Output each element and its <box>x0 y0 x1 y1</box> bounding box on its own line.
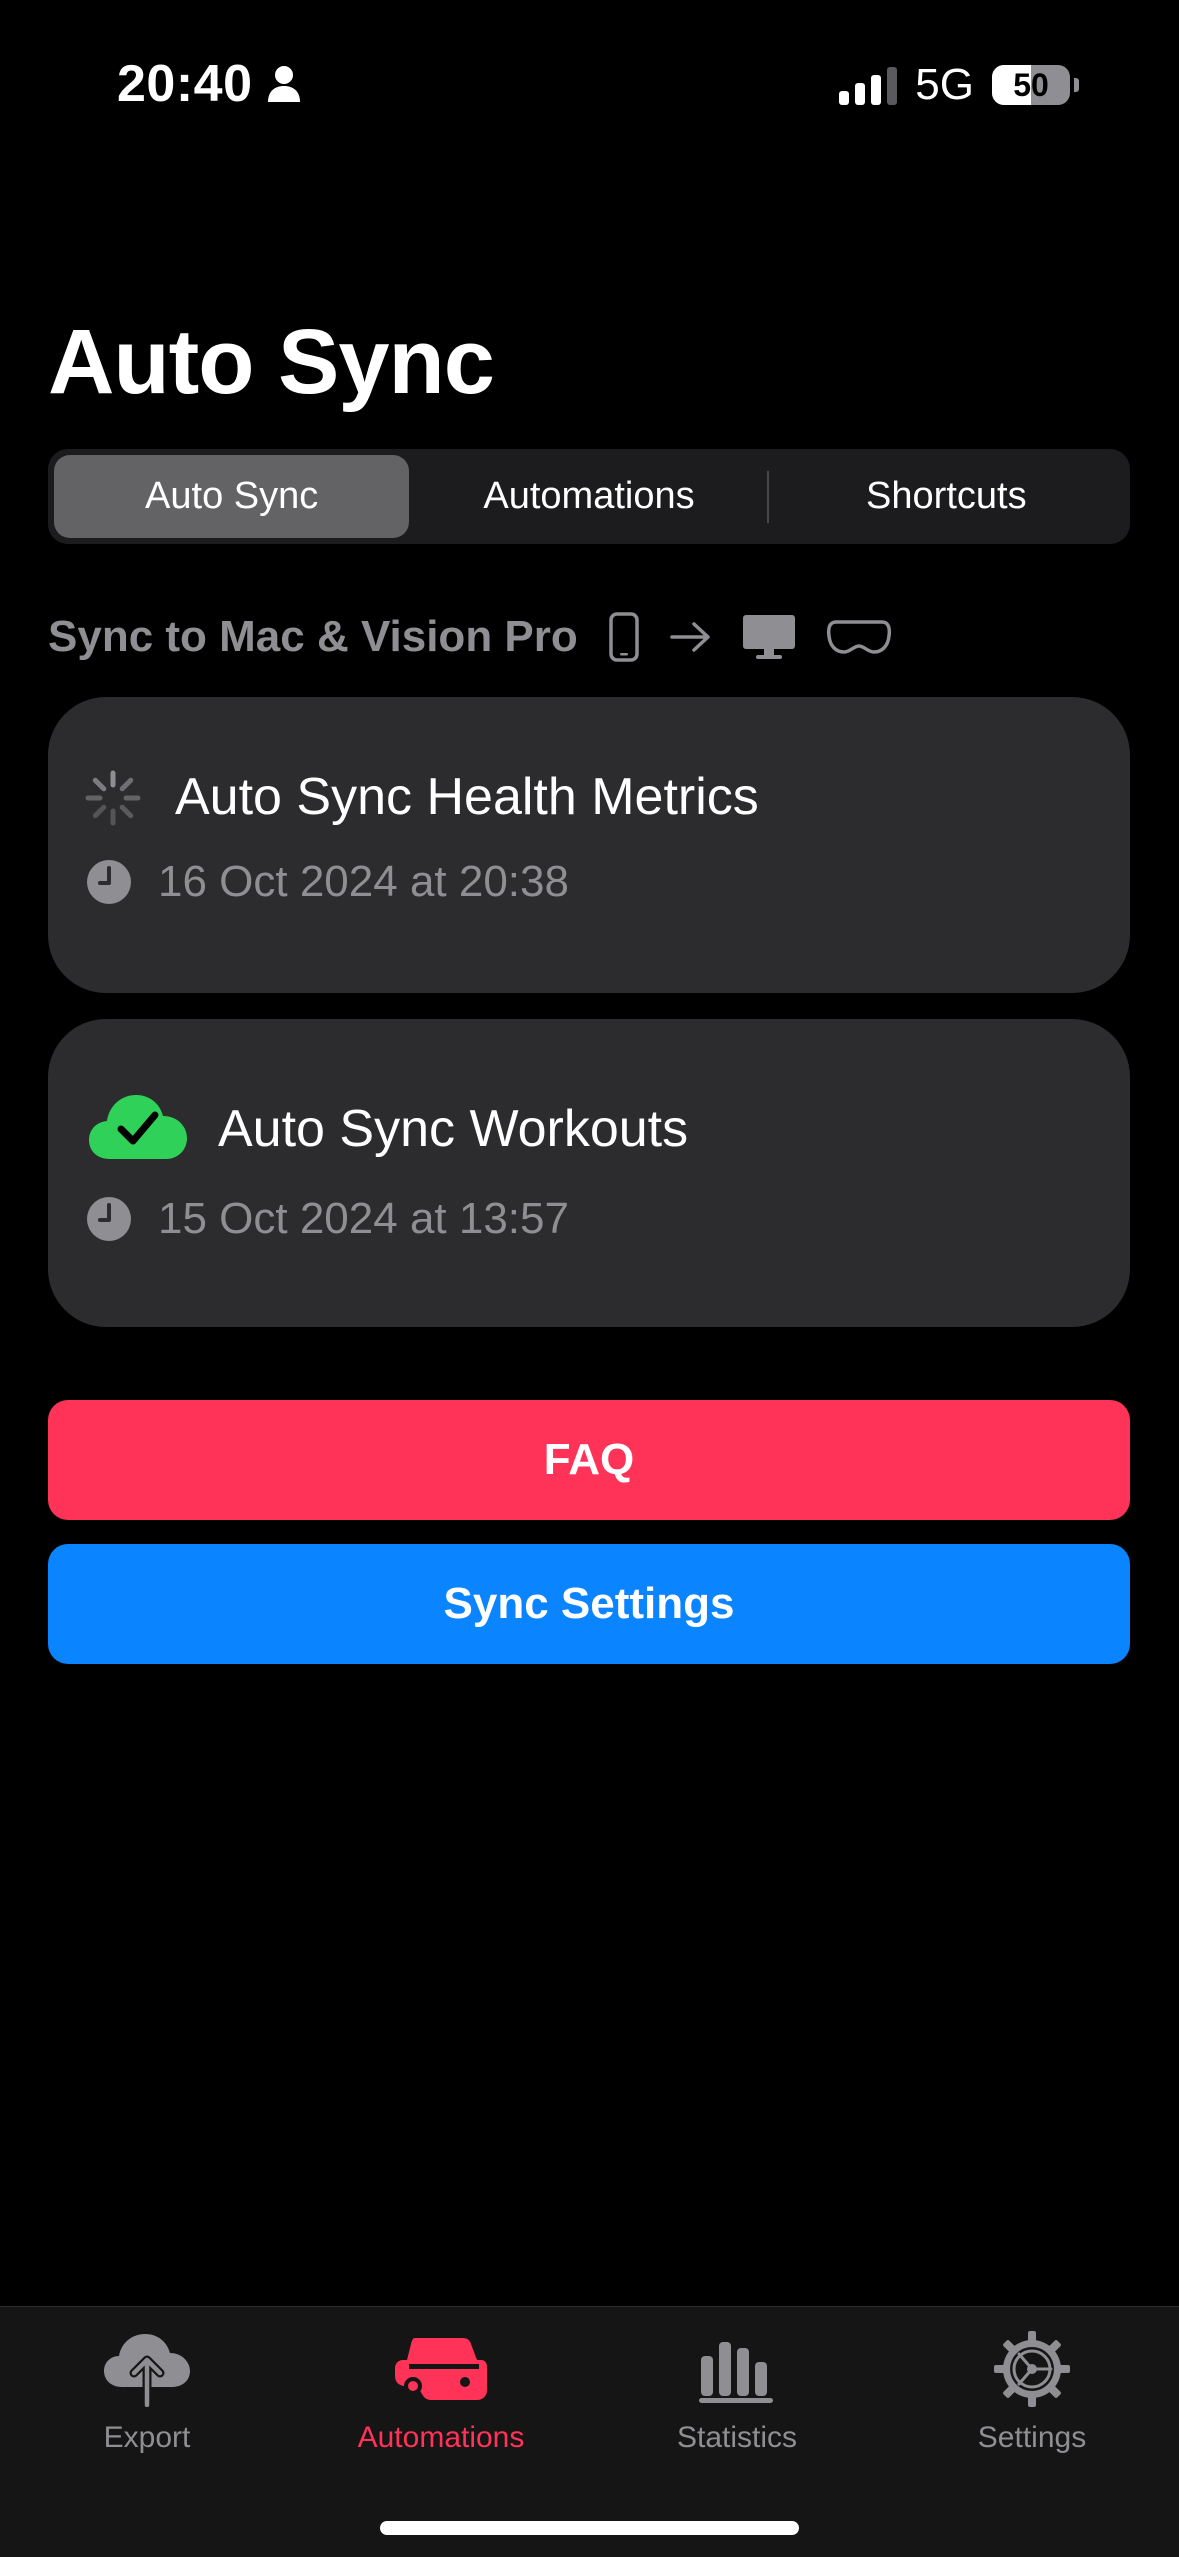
card-auto-sync-health-metrics[interactable]: Auto Sync Health Metrics 16 Oct 2024 at … <box>48 697 1130 993</box>
faq-button[interactable]: FAQ <box>48 1400 1130 1520</box>
iphone-icon <box>609 612 639 662</box>
status-time: 20:40 <box>117 54 301 114</box>
spinner-icon <box>85 770 141 826</box>
clock-icon <box>87 860 131 904</box>
sync-destination-header: Sync to Mac & Vision Pro <box>48 612 892 662</box>
card-date-row: 16 Oct 2024 at 20:38 <box>86 857 569 907</box>
status-indicators: 5G 50 <box>839 60 1079 110</box>
network-type: 5G <box>915 60 974 109</box>
cloud-check-icon <box>89 1095 187 1159</box>
clock-icon <box>87 1197 131 1241</box>
battery-tip <box>1074 78 1079 92</box>
arrow-right-icon <box>670 622 710 652</box>
battery-icon: 50 <box>992 65 1070 105</box>
vision-pro-icon <box>826 620 891 654</box>
segment-automations[interactable]: Automations <box>411 455 766 538</box>
page-title: Auto Sync <box>48 311 495 413</box>
tab-statistics[interactable]: Statistics <box>617 2307 857 2477</box>
mac-icon <box>742 615 795 659</box>
status-time-label: 20:40 <box>117 55 253 113</box>
card-date-row: 15 Oct 2024 at 13:57 <box>86 1194 569 1244</box>
tab-label: Settings <box>977 2421 1087 2454</box>
home-indicator[interactable] <box>380 2521 799 2535</box>
tab-label: Statistics <box>676 2421 798 2454</box>
tab-bar: Export Automations Statistics Settings <box>0 2306 1179 2557</box>
segment-auto-sync[interactable]: Auto Sync <box>54 455 410 538</box>
sync-settings-button[interactable]: Sync Settings <box>48 1544 1130 1664</box>
sync-destination-label: Sync to Mac & Vision Pro <box>48 612 578 661</box>
card-auto-sync-workouts[interactable]: Auto Sync Workouts 15 Oct 2024 at 13:57 <box>48 1019 1130 1327</box>
tab-settings[interactable]: Settings <box>912 2307 1152 2477</box>
tab-label: Export <box>103 2421 191 2454</box>
automations-icon <box>395 2338 487 2400</box>
card-date: 15 Oct 2024 at 13:57 <box>158 1194 569 1243</box>
gear-icon <box>994 2331 1070 2407</box>
cloud-upload-icon <box>104 2334 190 2407</box>
segmented-control: Auto Sync Automations Shortcuts <box>48 449 1130 544</box>
tab-export[interactable]: Export <box>27 2307 267 2477</box>
card-date: 16 Oct 2024 at 20:38 <box>158 857 569 906</box>
card-title: Auto Sync Health Metrics <box>175 768 759 826</box>
tab-automations[interactable]: Automations <box>321 2307 561 2477</box>
card-title: Auto Sync Workouts <box>218 1100 689 1158</box>
bar-chart-icon <box>699 2342 773 2403</box>
person-icon <box>267 66 300 102</box>
cellular-signal-icon <box>839 65 898 105</box>
battery-level: 50 <box>1013 66 1049 103</box>
segment-shortcuts[interactable]: Shortcuts <box>769 455 1124 538</box>
status-bar: 20:40 5G 50 <box>0 0 1179 150</box>
tab-label: Automations <box>357 2421 525 2454</box>
